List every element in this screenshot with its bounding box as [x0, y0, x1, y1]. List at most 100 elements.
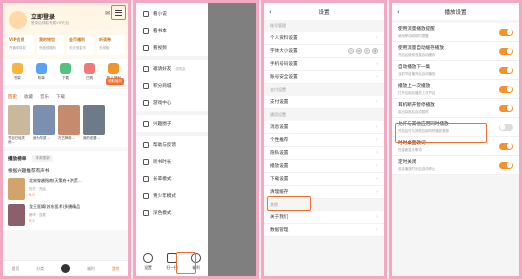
menu-item-points[interactable]: 积分商城	[136, 77, 208, 94]
toggle-desc: 在桌面显示歌词	[398, 148, 422, 152]
menu-item-dark[interactable]: 深色模式	[136, 204, 208, 221]
setting-about[interactable]: 关于我们 ›	[264, 211, 384, 224]
nav-player[interactable]	[61, 264, 70, 273]
menu-item-games[interactable]: 游戏中心	[136, 94, 208, 111]
nav-mine[interactable]: 我的	[112, 266, 120, 272]
setting-label: 播放设置	[270, 164, 289, 169]
book-name: 万古神帝…	[58, 136, 75, 140]
setting-message[interactable]: 消息设置 ›	[264, 121, 384, 134]
vip-card[interactable]: VIP会员 开通享特权	[7, 35, 34, 55]
toggle-row-data-remind: 使用流量播放提醒 使用移动网络时提醒	[392, 23, 519, 42]
ticket-card[interactable]: 听读券 去领取	[97, 35, 124, 55]
nav-welfare[interactable]: 福利	[87, 266, 95, 272]
menu-label: 邀请好友	[153, 66, 172, 72]
tab-history[interactable]: 历史	[8, 94, 17, 100]
menu-item-circle[interactable]: 兴趣圈子	[136, 115, 208, 132]
toggle-label: 定时关闭	[398, 160, 417, 165]
coin-card[interactable]: 金币福利 天天领金币	[67, 35, 94, 55]
setting-security[interactable]: 账号安全设置 ›	[264, 71, 384, 84]
setting-pay[interactable]: 支付设置 ›	[264, 96, 384, 109]
setting-font-size[interactable]: 字体大小设置 小 中 大 特	[264, 45, 384, 58]
setting-privacy[interactable]: 隐私设置 ›	[264, 147, 384, 160]
chevron-right-icon: ›	[376, 99, 378, 105]
grid-item-bookshelf[interactable]: 书架	[7, 63, 27, 81]
profile-header: 立即登录 登录后领取专属VIP礼包 ✉ VIP会员 开通享特权 我的钱包 充值领福利…	[3, 3, 128, 59]
download-icon	[59, 63, 71, 74]
tab-music[interactable]: 音乐	[40, 94, 49, 100]
chevron-right-icon: ›	[376, 214, 378, 220]
grid-item-purchased[interactable]: 已购	[80, 63, 100, 81]
menu-item-invite[interactable]: 邀请好友 领现金	[136, 60, 208, 77]
card-sub: 天天领金币	[69, 46, 86, 50]
setting-download[interactable]: 下载设置 ›	[264, 173, 384, 186]
menu-item-video[interactable]: 看视频	[136, 39, 208, 56]
toggle-switch[interactable]	[499, 28, 513, 36]
rank-row[interactable]: 龙王医婿(苏东医术)多播精品 都市 · 连载 9.2	[8, 204, 123, 226]
toggle-switch[interactable]	[499, 123, 513, 131]
toggle-desc: 打开应用后播放上次节目	[398, 91, 436, 95]
setting-data[interactable]: 数据管理 ›	[264, 224, 384, 237]
message-icon[interactable]: ✉	[105, 10, 110, 17]
menu-item-books[interactable]: 看书本	[136, 22, 208, 39]
card-sub: 去领取	[99, 46, 110, 50]
setting-profile[interactable]: 个人资料设置 ›	[264, 32, 384, 45]
menu-item-novel[interactable]: 看小说	[136, 5, 208, 22]
page-title: 设置	[318, 9, 330, 16]
setting-playback[interactable]: 播放设置 ›	[264, 160, 384, 173]
book-icon	[143, 27, 149, 34]
toggle-switch[interactable]	[499, 47, 513, 55]
toggle-switch[interactable]	[499, 104, 513, 112]
rank-tag[interactable]: 本周更新	[32, 155, 53, 162]
menu-label: 长辈模式	[153, 176, 172, 182]
toggle-switch[interactable]	[499, 66, 513, 74]
book-item[interactable]: 我的老婆…	[83, 105, 105, 145]
font-size-option[interactable]: 大	[364, 48, 370, 54]
menu-item-elder[interactable]: 长辈模式	[136, 170, 208, 187]
circle-icon	[143, 120, 149, 127]
toggle-switch[interactable]	[499, 161, 513, 169]
tab-download[interactable]: 下载	[56, 94, 65, 100]
rank-row[interactable]: 北宋穿越指南(天策府+洪荒… 历史 · 完结 9.0	[8, 178, 123, 200]
grid-label: 书架	[13, 76, 21, 80]
moon-icon	[143, 209, 149, 216]
font-size-option[interactable]: 特	[372, 48, 378, 54]
menu-label: 看视频	[153, 45, 167, 51]
grid-item-download[interactable]: 下载	[55, 63, 75, 81]
font-size-option[interactable]: 小	[348, 48, 354, 54]
menu-label: 深色模式	[153, 210, 172, 216]
welfare-badge[interactable]: 领取福利	[106, 78, 124, 85]
wallet-card[interactable]: 我的钱包 充值领福利	[37, 35, 64, 55]
grid-item-playlist[interactable]: 听单	[31, 63, 51, 81]
book-cover	[33, 105, 55, 135]
toggle-row-resume: 播放上一次播放 打开应用后播放上次节目	[392, 80, 519, 99]
row-score: 9.0	[29, 193, 35, 197]
font-size-option[interactable]: 中	[356, 48, 362, 54]
back-icon[interactable]: ‹	[397, 8, 400, 16]
nav-category[interactable]: 分类	[36, 266, 44, 272]
menu-item-help[interactable]: 帮助与反馈	[136, 136, 208, 153]
card-title: 听读券	[99, 37, 111, 42]
back-icon[interactable]: ‹	[269, 8, 272, 16]
book-cover	[8, 204, 25, 226]
toggle-switch[interactable]	[499, 142, 513, 150]
drawer-overlay[interactable]	[208, 3, 256, 276]
setting-recommend[interactable]: 个性推荐 ›	[264, 134, 384, 147]
menu-label: 积分商城	[153, 83, 172, 89]
menu-label: 游戏中心	[153, 100, 172, 106]
menu-label: 听书时长	[153, 159, 172, 165]
login-link[interactable]: 立即登录	[31, 12, 55, 21]
chevron-right-icon: ›	[376, 35, 378, 41]
book-item[interactable]: 节目已经关闭…	[8, 105, 30, 145]
menu-item-teen[interactable]: 青少年模式	[136, 187, 208, 204]
toggle-switch[interactable]	[499, 85, 513, 93]
setting-label: 数据管理	[270, 228, 289, 233]
setting-phone[interactable]: 手机号码设置 ›	[264, 58, 384, 71]
settings-button[interactable]: 设置	[139, 253, 157, 271]
book-item[interactable]: 万古神帝…	[58, 105, 80, 145]
toggle-label: 耳机断开暂停播放	[398, 103, 435, 108]
avatar[interactable]	[9, 11, 27, 29]
tab-favorites[interactable]: 收藏	[24, 94, 33, 100]
nav-home[interactable]: 首页	[12, 266, 20, 272]
book-item[interactable]: 我为华夏…	[33, 105, 55, 145]
menu-item-duration[interactable]: 听书时长	[136, 153, 208, 170]
